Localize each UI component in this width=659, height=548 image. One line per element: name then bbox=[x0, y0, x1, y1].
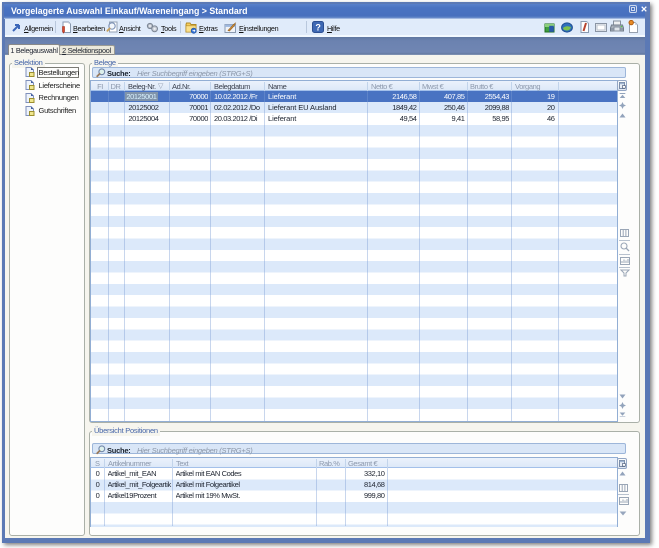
svg-text:?: ? bbox=[315, 22, 320, 32]
